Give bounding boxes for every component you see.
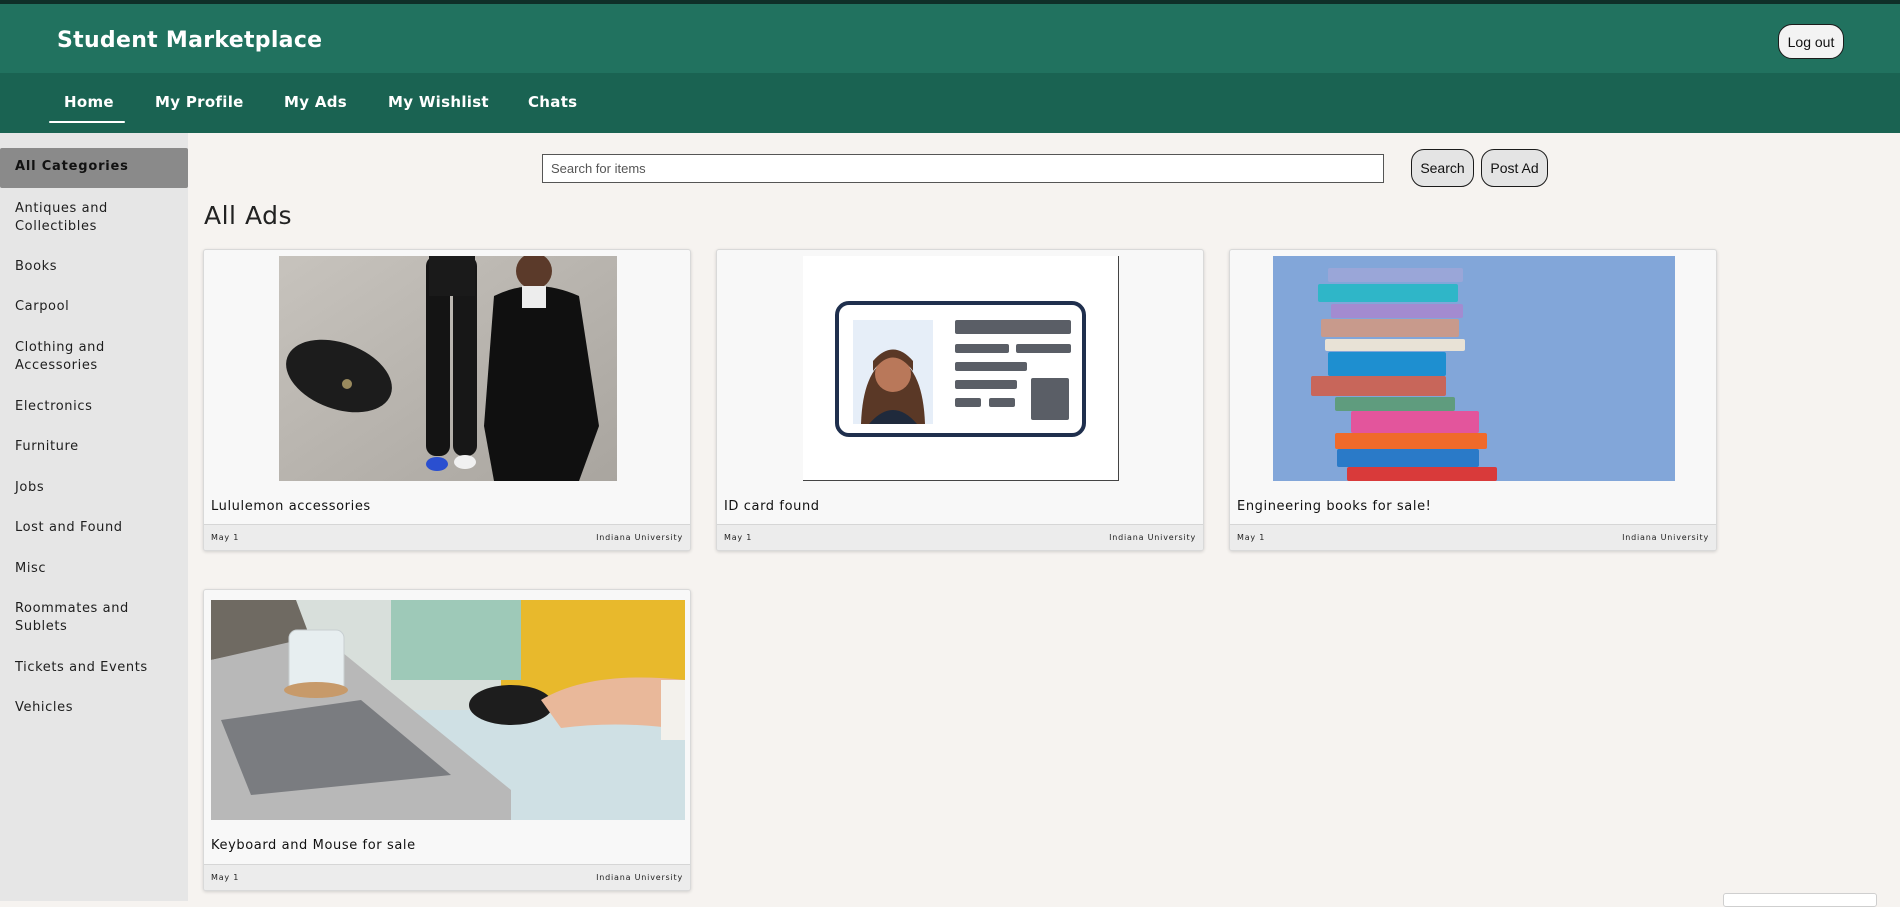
ad-image[interactable]	[803, 256, 1119, 481]
ad-title[interactable]: Engineering books for sale!	[1237, 499, 1432, 514]
ad-date: May 1	[724, 533, 753, 542]
page-title: All Ads	[204, 201, 292, 230]
category-clothing[interactable]: Clothing and Accessories	[15, 339, 180, 375]
nav-home[interactable]: Home	[64, 93, 114, 111]
category-misc[interactable]: Misc	[15, 560, 180, 578]
ad-card[interactable]: Keyboard and Mouse for sale May 1 Indian…	[203, 589, 691, 891]
nav-my-profile[interactable]: My Profile	[155, 93, 244, 111]
ad-footer: May 1 Indiana University	[204, 864, 690, 890]
ad-date: May 1	[211, 533, 240, 542]
category-vehicles[interactable]: Vehicles	[15, 699, 180, 717]
ad-school: Indiana University	[1109, 533, 1196, 542]
ad-date: May 1	[211, 873, 240, 882]
category-sidebar	[0, 133, 188, 901]
ad-image[interactable]	[1273, 256, 1675, 481]
ad-school: Indiana University	[1622, 533, 1709, 542]
logout-button[interactable]: Log out	[1778, 24, 1844, 59]
ad-footer: May 1 Indiana University	[717, 524, 1203, 550]
ad-footer: May 1 Indiana University	[1230, 524, 1716, 550]
nav-active-underline	[49, 121, 125, 123]
main-nav: Home My Profile My Ads My Wishlist Chats	[0, 73, 1900, 133]
category-all-label: All Categories	[15, 159, 129, 174]
category-roommates[interactable]: Roommates and Sublets	[15, 600, 180, 636]
ad-image[interactable]	[211, 600, 685, 820]
category-jobs[interactable]: Jobs	[15, 479, 180, 497]
app-title: Student Marketplace	[57, 28, 323, 53]
category-furniture[interactable]: Furniture	[15, 438, 180, 456]
nav-my-ads[interactable]: My Ads	[284, 93, 347, 111]
search-button[interactable]: Search	[1411, 149, 1474, 187]
category-antiques[interactable]: Antiques and Collectibles	[15, 200, 180, 236]
ad-date: May 1	[1237, 533, 1266, 542]
ad-title[interactable]: ID card found	[724, 499, 820, 514]
ad-title[interactable]: Lululemon accessories	[211, 499, 371, 514]
nav-chats[interactable]: Chats	[528, 93, 577, 111]
category-tickets[interactable]: Tickets and Events	[15, 659, 180, 677]
ad-title[interactable]: Keyboard and Mouse for sale	[211, 838, 416, 853]
app-header: Student Marketplace Log out	[0, 4, 1900, 73]
ad-image[interactable]	[279, 256, 617, 481]
category-lost-found[interactable]: Lost and Found	[15, 519, 180, 537]
search-input[interactable]	[542, 154, 1384, 183]
corner-badge	[1723, 893, 1877, 907]
category-carpool[interactable]: Carpool	[15, 298, 180, 316]
ad-footer: May 1 Indiana University	[204, 524, 690, 550]
ad-card[interactable]: ID card found May 1 Indiana University	[716, 249, 1204, 551]
category-books[interactable]: Books	[15, 258, 180, 276]
post-ad-button[interactable]: Post Ad	[1481, 149, 1548, 187]
category-electronics[interactable]: Electronics	[15, 398, 180, 416]
ad-card[interactable]: Engineering books for sale! May 1 Indian…	[1229, 249, 1717, 551]
ad-school: Indiana University	[596, 533, 683, 542]
ad-card[interactable]: Lululemon accessories May 1 Indiana Univ…	[203, 249, 691, 551]
nav-my-wishlist[interactable]: My Wishlist	[388, 93, 489, 111]
ad-school: Indiana University	[596, 873, 683, 882]
